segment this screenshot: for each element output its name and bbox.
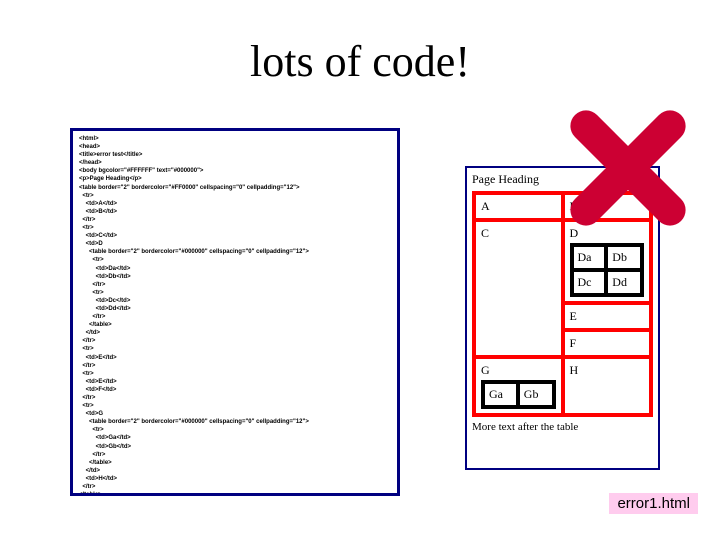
cell-D: D Da Db Dc Dd: [563, 220, 652, 303]
cell-G-label: G: [481, 363, 490, 377]
inner-table-G: Ga Gb: [481, 380, 556, 409]
after-table-text: More text after the table: [472, 421, 653, 433]
cell-Da: Da: [572, 245, 607, 270]
table-row: Ga Gb: [483, 382, 554, 407]
table-row: G Ga Gb H: [474, 357, 651, 415]
slide: lots of code! <html> <head> <title>error…: [0, 0, 720, 540]
cell-Dd: Dd: [606, 270, 642, 295]
cell-A: A: [474, 193, 563, 220]
filename-caption: error1.html: [609, 493, 698, 514]
table-row: C D Da Db Dc Dd: [474, 220, 651, 303]
cell-G: G Ga Gb: [474, 357, 563, 415]
cell-C: C: [474, 220, 563, 357]
code-listing: <html> <head> <title>error test</title> …: [79, 135, 391, 496]
cell-D-label: D: [570, 226, 579, 240]
table-row: Da Db: [572, 245, 643, 270]
page-heading-text: Page Heading: [472, 172, 653, 187]
table-row: Dc Dd: [572, 270, 643, 295]
cell-H: H: [563, 357, 652, 415]
cell-Gb: Gb: [518, 382, 554, 407]
cell-Ga: Ga: [483, 382, 518, 407]
cell-Dc: Dc: [572, 270, 607, 295]
code-listing-box: <html> <head> <title>error test</title> …: [70, 128, 400, 496]
rendered-html-box: Page Heading A B C D Da Db: [465, 166, 660, 470]
cell-F: F: [563, 330, 652, 357]
table-row: A B: [474, 193, 651, 220]
cell-B: B: [563, 193, 652, 220]
inner-table-D: Da Db Dc Dd: [570, 243, 645, 297]
cell-E: E: [563, 303, 652, 330]
outer-table: A B C D Da Db: [472, 191, 653, 417]
slide-title: lots of code!: [0, 36, 720, 87]
cell-Db: Db: [606, 245, 642, 270]
